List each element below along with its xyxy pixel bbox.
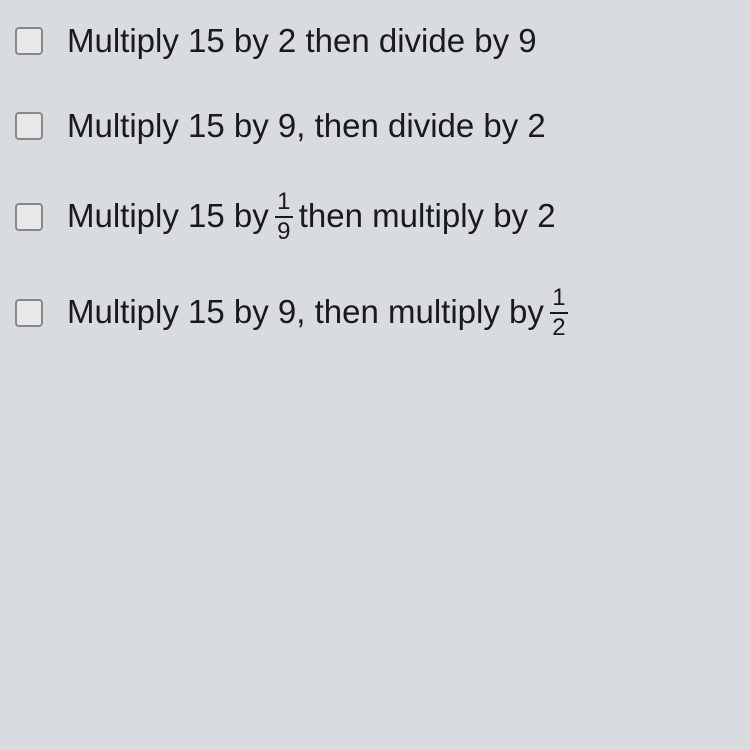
option-4: Multiply 15 by 9, then multiply by 1 2 <box>15 286 735 340</box>
checkbox-option-1[interactable] <box>15 27 43 55</box>
option-1-text: Multiply 15 by 2 then divide by 9 <box>67 20 537 63</box>
fraction-denominator: 9 <box>277 218 290 244</box>
label-option-3: Multiply 15 by 1 9 then multiply by 2 <box>67 190 556 244</box>
label-option-1: Multiply 15 by 2 then divide by 9 <box>67 20 537 63</box>
option-3: Multiply 15 by 1 9 then multiply by 2 <box>15 190 735 244</box>
label-option-4: Multiply 15 by 9, then multiply by 1 2 <box>67 286 574 340</box>
fraction-1-9: 1 9 <box>275 190 293 244</box>
checkbox-option-2[interactable] <box>15 112 43 140</box>
checkbox-option-4[interactable] <box>15 299 43 327</box>
fraction-numerator: 1 <box>277 190 290 216</box>
option-2: Multiply 15 by 9, then divide by 2 <box>15 105 735 148</box>
option-3-pre: Multiply 15 by <box>67 195 269 238</box>
option-2-text: Multiply 15 by 9, then divide by 2 <box>67 105 546 148</box>
fraction-1-2: 1 2 <box>550 286 568 340</box>
label-option-2: Multiply 15 by 9, then divide by 2 <box>67 105 546 148</box>
option-1: Multiply 15 by 2 then divide by 9 <box>15 20 735 63</box>
fraction-denominator: 2 <box>552 314 565 340</box>
option-4-pre: Multiply 15 by 9, then multiply by <box>67 291 544 334</box>
checkbox-option-3[interactable] <box>15 203 43 231</box>
fraction-numerator: 1 <box>552 286 565 312</box>
option-3-post: then multiply by 2 <box>299 195 556 238</box>
